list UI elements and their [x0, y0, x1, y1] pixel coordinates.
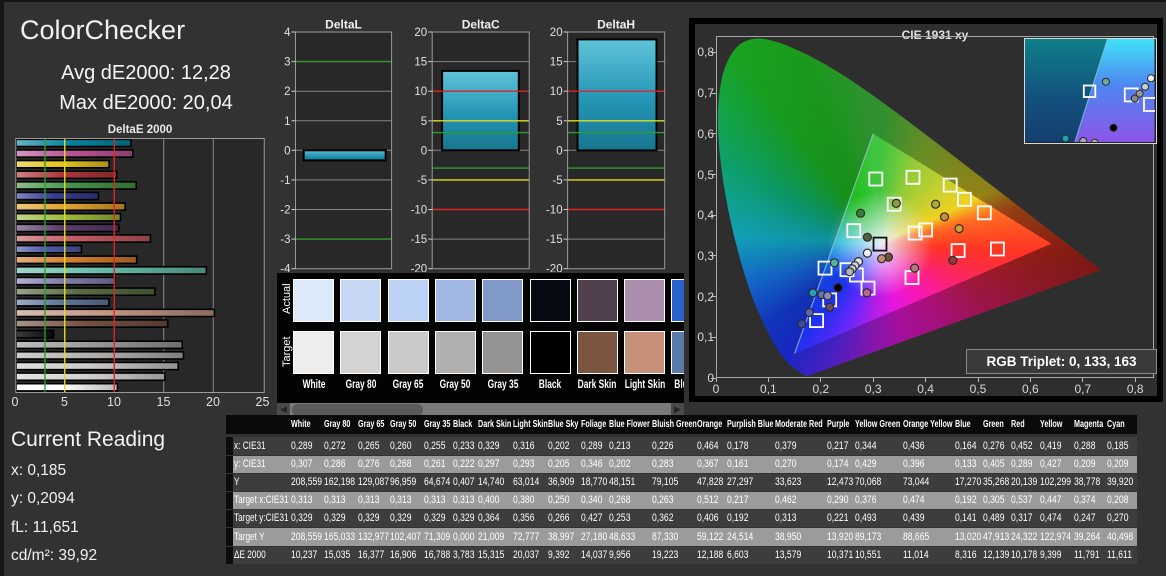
svg-text:-2: -2 — [280, 205, 290, 217]
svg-text:-5: -5 — [417, 175, 427, 187]
svg-text:-1: -1 — [280, 175, 290, 187]
svg-text:10: 10 — [414, 86, 427, 98]
svg-text:0: 0 — [556, 145, 562, 157]
svg-text:4: 4 — [284, 27, 291, 39]
svg-text:DeltaH: DeltaH — [597, 18, 635, 32]
svg-text:DeltaC: DeltaC — [462, 18, 500, 32]
svg-text:DeltaL: DeltaL — [325, 18, 362, 32]
svg-text:0: 0 — [284, 145, 290, 157]
svg-text:2: 2 — [284, 86, 290, 98]
svg-text:-20: -20 — [546, 264, 563, 272]
svg-text:-10: -10 — [411, 205, 428, 217]
svg-text:-4: -4 — [280, 264, 291, 272]
svg-text:1: 1 — [284, 116, 290, 128]
svg-text:10: 10 — [550, 86, 563, 98]
svg-text:15: 15 — [414, 57, 427, 69]
svg-text:20: 20 — [414, 27, 427, 39]
svg-text:-5: -5 — [552, 175, 562, 187]
svg-text:-15: -15 — [546, 234, 563, 246]
svg-text:-20: -20 — [411, 264, 428, 272]
svg-text:20: 20 — [550, 27, 563, 39]
svg-text:-10: -10 — [546, 205, 563, 217]
svg-text:0: 0 — [421, 145, 427, 157]
svg-text:3: 3 — [284, 57, 290, 69]
svg-text:5: 5 — [421, 116, 427, 128]
svg-text:5: 5 — [556, 116, 562, 128]
svg-text:15: 15 — [550, 57, 563, 69]
svg-text:-15: -15 — [411, 234, 428, 246]
svg-text:-3: -3 — [280, 234, 290, 246]
